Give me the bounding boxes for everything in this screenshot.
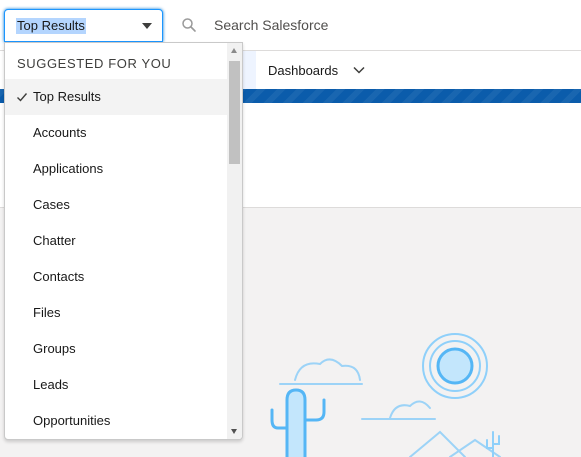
dropdown-item-label: Contacts <box>33 269 85 284</box>
dropdown-item-label: Cases <box>33 197 70 212</box>
dropdown-item-contacts[interactable]: Contacts <box>5 259 227 295</box>
dropdown-item-label: Applications <box>33 161 104 176</box>
scrollbar-thumb[interactable] <box>229 61 240 164</box>
dropdown-header: SUGGESTED FOR YOU <box>17 56 172 71</box>
scroll-down-arrow-icon[interactable] <box>231 429 237 434</box>
chevron-down-icon[interactable] <box>353 64 365 76</box>
check-icon <box>17 93 28 102</box>
search-icon <box>182 18 196 32</box>
dropdown-item-opportunities[interactable]: Opportunities <box>5 403 227 439</box>
dropdown-item-label: Accounts <box>33 125 87 140</box>
dropdown-item-label: Opportunities <box>33 413 111 428</box>
desert-illustration <box>270 333 501 457</box>
dropdown-item-label: Files <box>33 305 61 320</box>
dropdown-item-label: Chatter <box>33 233 76 248</box>
dropdown-item-accounts[interactable]: Accounts <box>5 115 227 151</box>
dropdown-item-label: Groups <box>33 341 76 356</box>
dropdown-item-chatter[interactable]: Chatter <box>5 223 227 259</box>
dropdown-item-leads[interactable]: Leads <box>5 367 227 403</box>
dropdown-item-label: Top Results <box>33 89 101 104</box>
caret-down-icon[interactable] <box>142 23 152 29</box>
dropdown-item-applications[interactable]: Applications <box>5 151 227 187</box>
dropdown-item-top-results[interactable]: Top Results <box>5 79 227 115</box>
nav-item-dashboards[interactable]: Dashboards <box>268 63 338 78</box>
dropdown-item-groups[interactable]: Groups <box>5 331 227 367</box>
search-input[interactable] <box>214 15 554 35</box>
scroll-up-arrow-icon[interactable] <box>231 48 237 53</box>
dropdown-list: Top Results Accounts Applications Cases … <box>5 79 227 439</box>
search-scope-dropdown: SUGGESTED FOR YOU Top Results Accounts A… <box>4 42 243 440</box>
dropdown-item-files[interactable]: Files <box>5 295 227 331</box>
search-scope-select[interactable]: Top Results <box>4 9 163 42</box>
dropdown-item-cases[interactable]: Cases <box>5 187 227 223</box>
dropdown-item-label: Leads <box>33 377 69 392</box>
dropdown-scrollbar[interactable] <box>227 43 242 439</box>
search-scope-value: Top Results <box>16 18 86 34</box>
